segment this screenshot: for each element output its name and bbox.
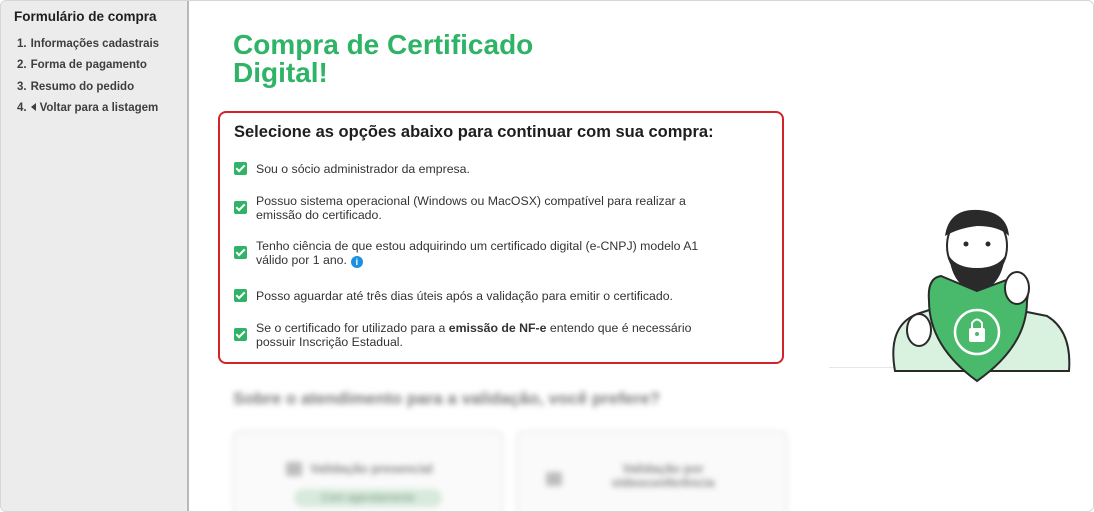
option-label: Possuo sistema operacional (Windows ou M… <box>256 194 686 222</box>
option-label: Posso aguardar até três dias úteis após … <box>256 289 673 303</box>
sidebar-item-label: Voltar para a listagem <box>39 102 159 114</box>
page-title-line2: Digital! <box>233 57 328 88</box>
scheduling-badge: Com agendamento <box>294 489 442 507</box>
checklist-heading: Selecione as opções abaixo para continua… <box>234 123 714 141</box>
info-icon[interactable]: i <box>350 256 363 268</box>
option-ciencia-certificado[interactable]: Tenho ciência de que estou adquirindo um… <box>234 239 726 268</box>
card-validacao-videoconferencia[interactable]: Validação por videoconferência <box>517 431 787 511</box>
sidebar: Formulário de compra 1. Informações cadas… <box>1 1 189 511</box>
option-inscricao-estadual[interactable]: Se o certificado for utilizado para a em… <box>234 321 726 349</box>
sidebar-item-number: 2. <box>17 59 27 71</box>
video-icon <box>546 472 562 486</box>
sidebar-item-label: Informações cadastrais <box>30 38 160 50</box>
sidebar-item-resumo-do-pedido[interactable]: 3. Resumo do pedido <box>17 81 134 93</box>
validation-question: Sobre o atendimento para a validação, vo… <box>233 389 661 408</box>
checkbox-checked[interactable] <box>234 289 247 302</box>
option-socio-administrador[interactable]: Sou o sócio administrador da empresa. <box>234 162 726 176</box>
sidebar-item-forma-de-pagamento[interactable]: 2. Forma de pagamento <box>17 59 147 71</box>
sidebar-item-label: Forma de pagamento <box>30 59 147 71</box>
card-label: Validação por <box>622 462 704 476</box>
option-label: Tenho ciência de que estou adquirindo um… <box>256 239 699 267</box>
sidebar-item-number: 1. <box>17 38 27 50</box>
option-label-part: Se o certificado for utilizado para a <box>256 321 449 335</box>
sidebar-item-voltar-listagem[interactable]: 4. Voltar para a listagem <box>17 102 158 114</box>
option-label: Sou o sócio administrador da empresa. <box>256 162 470 176</box>
app-window: Formulário de compra 1. Informações cadas… <box>0 0 1094 512</box>
building-icon <box>286 462 302 476</box>
option-sistema-operacional[interactable]: Possuo sistema operacional (Windows ou M… <box>234 194 726 222</box>
checkbox-checked[interactable] <box>234 162 247 175</box>
bearded-man-shield-illustration <box>877 206 1091 406</box>
checkbox-checked[interactable] <box>234 201 247 214</box>
illustration-svg <box>892 209 1071 383</box>
card-label: Validação presencial <box>310 462 433 476</box>
card-label: videoconferência <box>611 476 715 490</box>
sidebar-title: Formulário de compra <box>14 9 157 24</box>
option-label-bold: emissão de NF-e <box>448 321 547 335</box>
requirements-checklist: Selecione as opções abaixo para continua… <box>218 111 784 364</box>
sidebar-item-informacoes-cadastrais[interactable]: 1. Informações cadastrais <box>17 38 159 50</box>
option-label-wrap: Tenho ciência de que estou adquirindo um… <box>256 239 726 268</box>
sidebar-item-number: 4. <box>17 102 27 114</box>
sidebar-item-number: 3. <box>17 81 27 93</box>
card-validacao-presencial[interactable]: Validação presencial Com agendamento <box>233 431 503 511</box>
main-content: Compra de Certificado Digital! Selecione… <box>189 1 1093 511</box>
page-title: Compra de Certificado Digital! <box>233 31 573 87</box>
page-title-line1: Compra de Certificado <box>233 29 534 60</box>
card-label-wrap: Validação por videoconferência <box>588 462 738 490</box>
option-label: Se o certificado for utilizado para a em… <box>256 321 726 349</box>
caret-left-icon <box>30 103 36 111</box>
sidebar-item-label: Resumo do pedido <box>30 81 135 93</box>
checkbox-checked[interactable] <box>234 246 247 259</box>
checkbox-checked[interactable] <box>234 328 247 341</box>
option-aguardar-tres-dias[interactable]: Posso aguardar até três dias úteis após … <box>234 289 726 303</box>
